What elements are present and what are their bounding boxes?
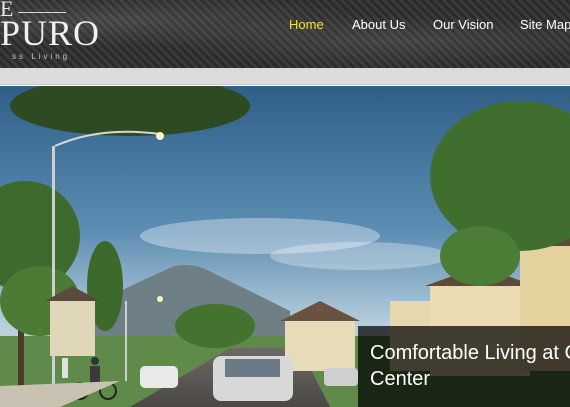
nav-about-us-link[interactable]: About Us <box>352 17 405 32</box>
hero-caption-line-2: Center <box>370 368 431 390</box>
hero-caption: Comfortable Living at C Center <box>370 340 570 392</box>
hero-caption-line-1: Comfortable Living at C <box>370 342 570 364</box>
logo-tagline: ss Living <box>12 52 71 61</box>
logo-brand-name: PURO <box>0 13 101 53</box>
nav-our-vision-link[interactable]: Our Vision <box>433 17 493 32</box>
site-header: E PURO ss Living Home About Us Our Visio… <box>0 0 570 68</box>
site-logo[interactable]: E PURO ss Living <box>0 0 110 68</box>
nav-site-map-link[interactable]: Site Map <box>520 17 570 32</box>
nav-home-link[interactable]: Home <box>289 17 324 32</box>
header-divider-strip <box>0 68 570 85</box>
